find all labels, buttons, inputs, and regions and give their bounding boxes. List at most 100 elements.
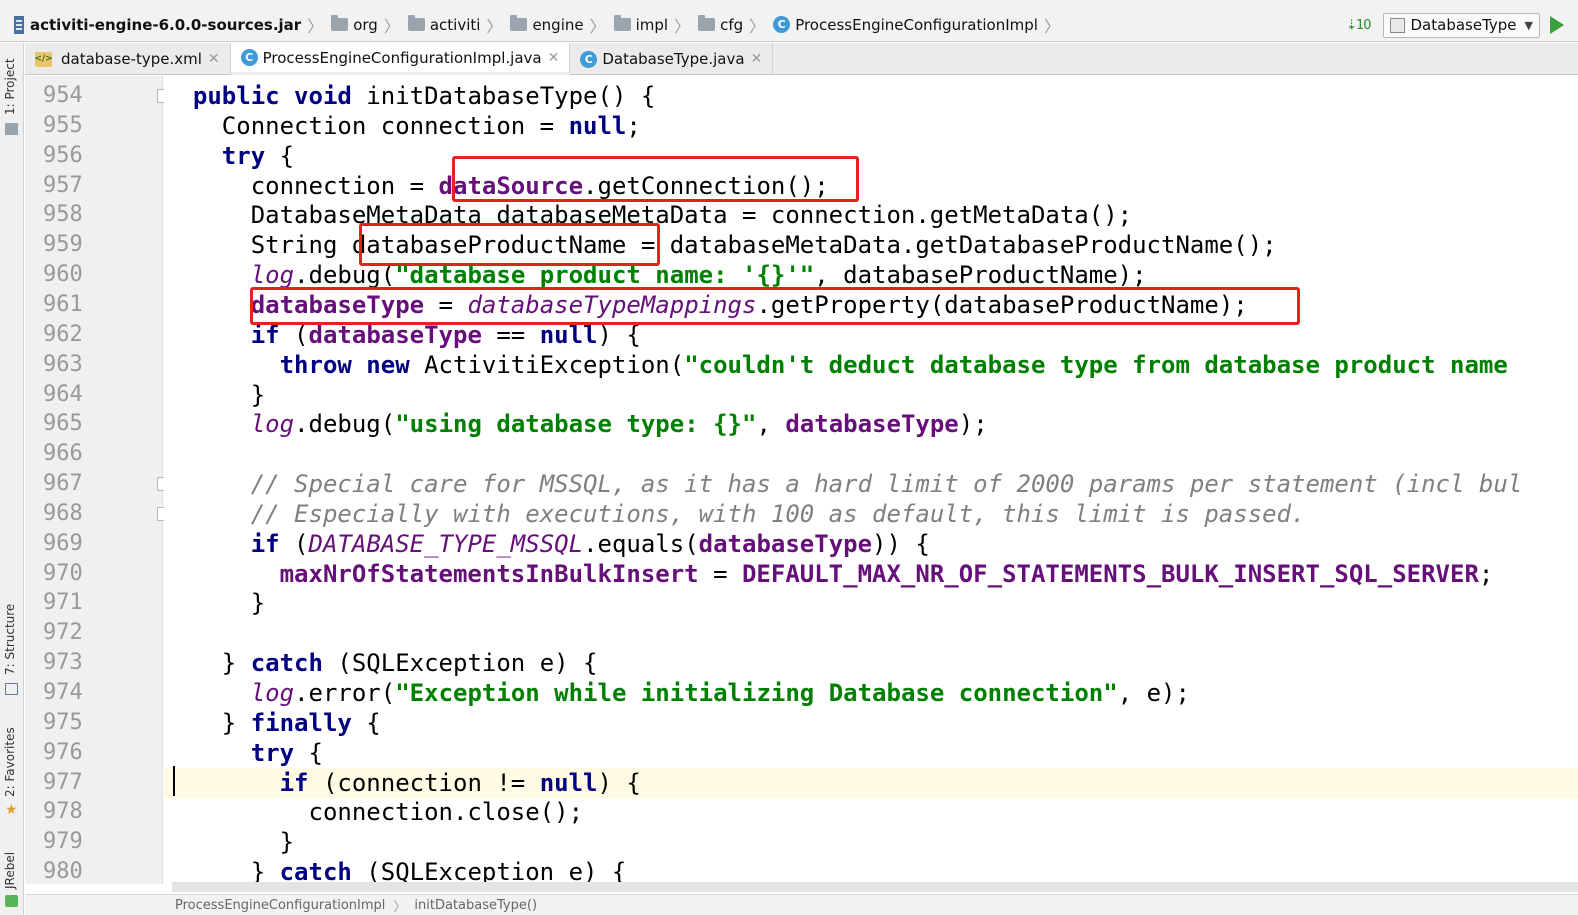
chevron-right-icon: 〉 bbox=[749, 16, 766, 36]
code-line[interactable]: } finally { bbox=[164, 708, 1578, 738]
code-line[interactable]: log.debug("using database type: {}", dat… bbox=[164, 409, 1578, 439]
code-token: } bbox=[164, 858, 280, 884]
tab-database-type-java[interactable]: C DatabaseType.java ✕ bbox=[570, 43, 774, 75]
breadcrumb-label: org bbox=[353, 15, 378, 34]
status-crumb-class[interactable]: ProcessEngineConfigurationImpl bbox=[175, 898, 385, 913]
tab-label: DatabaseType.java bbox=[602, 50, 745, 68]
line-number: 965 bbox=[43, 411, 83, 437]
code-token: databaseType bbox=[250, 290, 425, 319]
code-line[interactable]: maxNrOfStatementsInBulkInsert = DEFAULT_… bbox=[164, 559, 1578, 589]
sort-numeric-icon[interactable]: ⇣10 bbox=[1346, 18, 1371, 33]
code-line[interactable]: } catch (SQLException e) { bbox=[164, 857, 1578, 884]
structure-tool-tab[interactable]: 7: Structure bbox=[3, 604, 17, 675]
code-line[interactable] bbox=[164, 618, 1578, 648]
code-line[interactable]: if (connection != null) { bbox=[164, 767, 1578, 798]
code-token: .error( bbox=[294, 679, 396, 707]
code-line[interactable] bbox=[164, 439, 1578, 469]
project-tool-tab[interactable]: 1: Project bbox=[3, 58, 17, 115]
code-line[interactable]: // Special care for MSSQL, as it has a h… bbox=[164, 469, 1578, 499]
line-number: 980 bbox=[43, 859, 83, 885]
code-token: databaseType bbox=[785, 410, 959, 439]
code-token: ( bbox=[279, 320, 309, 349]
code-line[interactable]: connection.close(); bbox=[164, 797, 1578, 827]
breadcrumb-cfg[interactable]: cfg 〉 bbox=[694, 8, 769, 41]
code-token: "Exception while initializing Database c… bbox=[395, 679, 1118, 707]
code-token: finally bbox=[250, 708, 352, 737]
code-token: , e); bbox=[1117, 679, 1190, 707]
code-line[interactable]: throw new ActivitiException("couldn't de… bbox=[164, 350, 1578, 380]
xml-file-icon: </> bbox=[34, 51, 53, 67]
code-token: try bbox=[250, 738, 295, 767]
code-line[interactable]: } catch (SQLException e) { bbox=[164, 648, 1578, 678]
code-line[interactable]: if (DATABASE_TYPE_MSSQL.equals(databaseT… bbox=[164, 529, 1578, 559]
code-line[interactable]: } bbox=[164, 380, 1578, 410]
code-line[interactable]: log.debug("database product name: '{}'",… bbox=[164, 260, 1578, 290]
run-configuration-select[interactable]: DatabaseType ▼ bbox=[1382, 12, 1540, 38]
code-line[interactable]: } bbox=[164, 827, 1578, 857]
line-number: 955 bbox=[43, 112, 83, 138]
code-token: maxNrOfStatementsInBulkInsert bbox=[279, 559, 699, 588]
run-icon[interactable] bbox=[1550, 16, 1564, 34]
chevron-right-icon: 〉 bbox=[1043, 16, 1060, 36]
breadcrumb-engine[interactable]: engine 〉 bbox=[506, 8, 609, 41]
close-icon[interactable]: ✕ bbox=[751, 51, 763, 67]
tab-process-engine-configuration-impl[interactable]: C ProcessEngineConfigurationImpl.java ✕ bbox=[230, 43, 571, 75]
code-token: null bbox=[539, 768, 598, 797]
folder-icon bbox=[407, 15, 425, 31]
jrebel-tool-tab[interactable]: JRebel bbox=[3, 852, 17, 889]
code-line[interactable]: String databaseProductName = databaseMet… bbox=[164, 230, 1578, 260]
code-line[interactable]: public void initDatabaseType() { bbox=[164, 81, 1578, 111]
close-icon[interactable]: ✕ bbox=[548, 50, 560, 66]
code-editor[interactable]: public void initDatabaseType() { Connect… bbox=[164, 76, 1578, 884]
status-crumb-method[interactable]: initDatabaseType() bbox=[414, 898, 537, 913]
code-token: } bbox=[164, 380, 266, 409]
code-line[interactable]: try { bbox=[164, 141, 1578, 171]
code-line[interactable]: databaseType = databaseTypeMappings.getP… bbox=[164, 290, 1578, 320]
line-number: 978 bbox=[43, 799, 83, 825]
code-token: } bbox=[164, 649, 251, 678]
line-number: 960 bbox=[43, 262, 83, 288]
code-line[interactable]: connection = dataSource.getConnection(); bbox=[164, 171, 1578, 201]
tab-label: database-type.xml bbox=[61, 50, 202, 68]
code-token: } bbox=[164, 828, 295, 857]
line-number: 954 bbox=[43, 83, 83, 108]
code-line[interactable]: if (databaseType == null) { bbox=[164, 320, 1578, 350]
breadcrumb-org[interactable]: org 〉 bbox=[327, 8, 404, 41]
code-line[interactable]: log.error("Exception while initializing … bbox=[164, 678, 1578, 708]
breadcrumb-impl[interactable]: impl 〉 bbox=[610, 8, 694, 41]
code-line[interactable]: DatabaseMetaData databaseMetaData = conn… bbox=[164, 200, 1578, 230]
code-token: catch bbox=[279, 858, 352, 884]
horizontal-scrollbar[interactable] bbox=[172, 882, 1578, 892]
breadcrumb-label: activiti-engine-6.0.0-sources.jar bbox=[30, 15, 302, 34]
breadcrumb-activiti[interactable]: activiti 〉 bbox=[404, 8, 507, 41]
breadcrumb-class[interactable]: C ProcessEngineConfigurationImpl 〉 bbox=[769, 8, 1064, 41]
folder-icon bbox=[510, 15, 528, 31]
close-icon[interactable]: ✕ bbox=[208, 51, 220, 67]
line-number: 975 bbox=[43, 709, 83, 735]
line-number: 957 bbox=[43, 172, 83, 198]
chevron-right-icon: 〉 bbox=[589, 16, 606, 36]
code-line[interactable]: // Especially with executions, with 100 … bbox=[164, 499, 1578, 529]
code-line[interactable]: try { bbox=[164, 738, 1578, 768]
tab-database-type-xml[interactable]: </> database-type.xml ✕ bbox=[25, 43, 231, 75]
code-token: if bbox=[279, 768, 309, 797]
class-icon: C bbox=[580, 50, 598, 68]
code-token: databaseType bbox=[308, 320, 482, 349]
breadcrumb-jar[interactable]: activiti-engine-6.0.0-sources.jar 〉 bbox=[0, 8, 327, 41]
code-token: if bbox=[250, 529, 280, 558]
chevron-right-icon: 〉 bbox=[393, 899, 407, 915]
code-token: DEFAULT_MAX_NR_OF_STATEMENTS_BULK_INSERT… bbox=[741, 559, 1479, 588]
line-number: 966 bbox=[43, 441, 83, 467]
code-line[interactable]: } bbox=[164, 588, 1578, 618]
code-token: ) { bbox=[597, 320, 641, 349]
favorites-tool-tab[interactable]: 2: Favorites bbox=[3, 727, 17, 797]
code-token: .debug( bbox=[294, 261, 396, 290]
chevron-right-icon: 〉 bbox=[674, 16, 691, 36]
folder-icon bbox=[698, 15, 716, 31]
code-line[interactable]: Connection connection = null; bbox=[164, 111, 1578, 141]
